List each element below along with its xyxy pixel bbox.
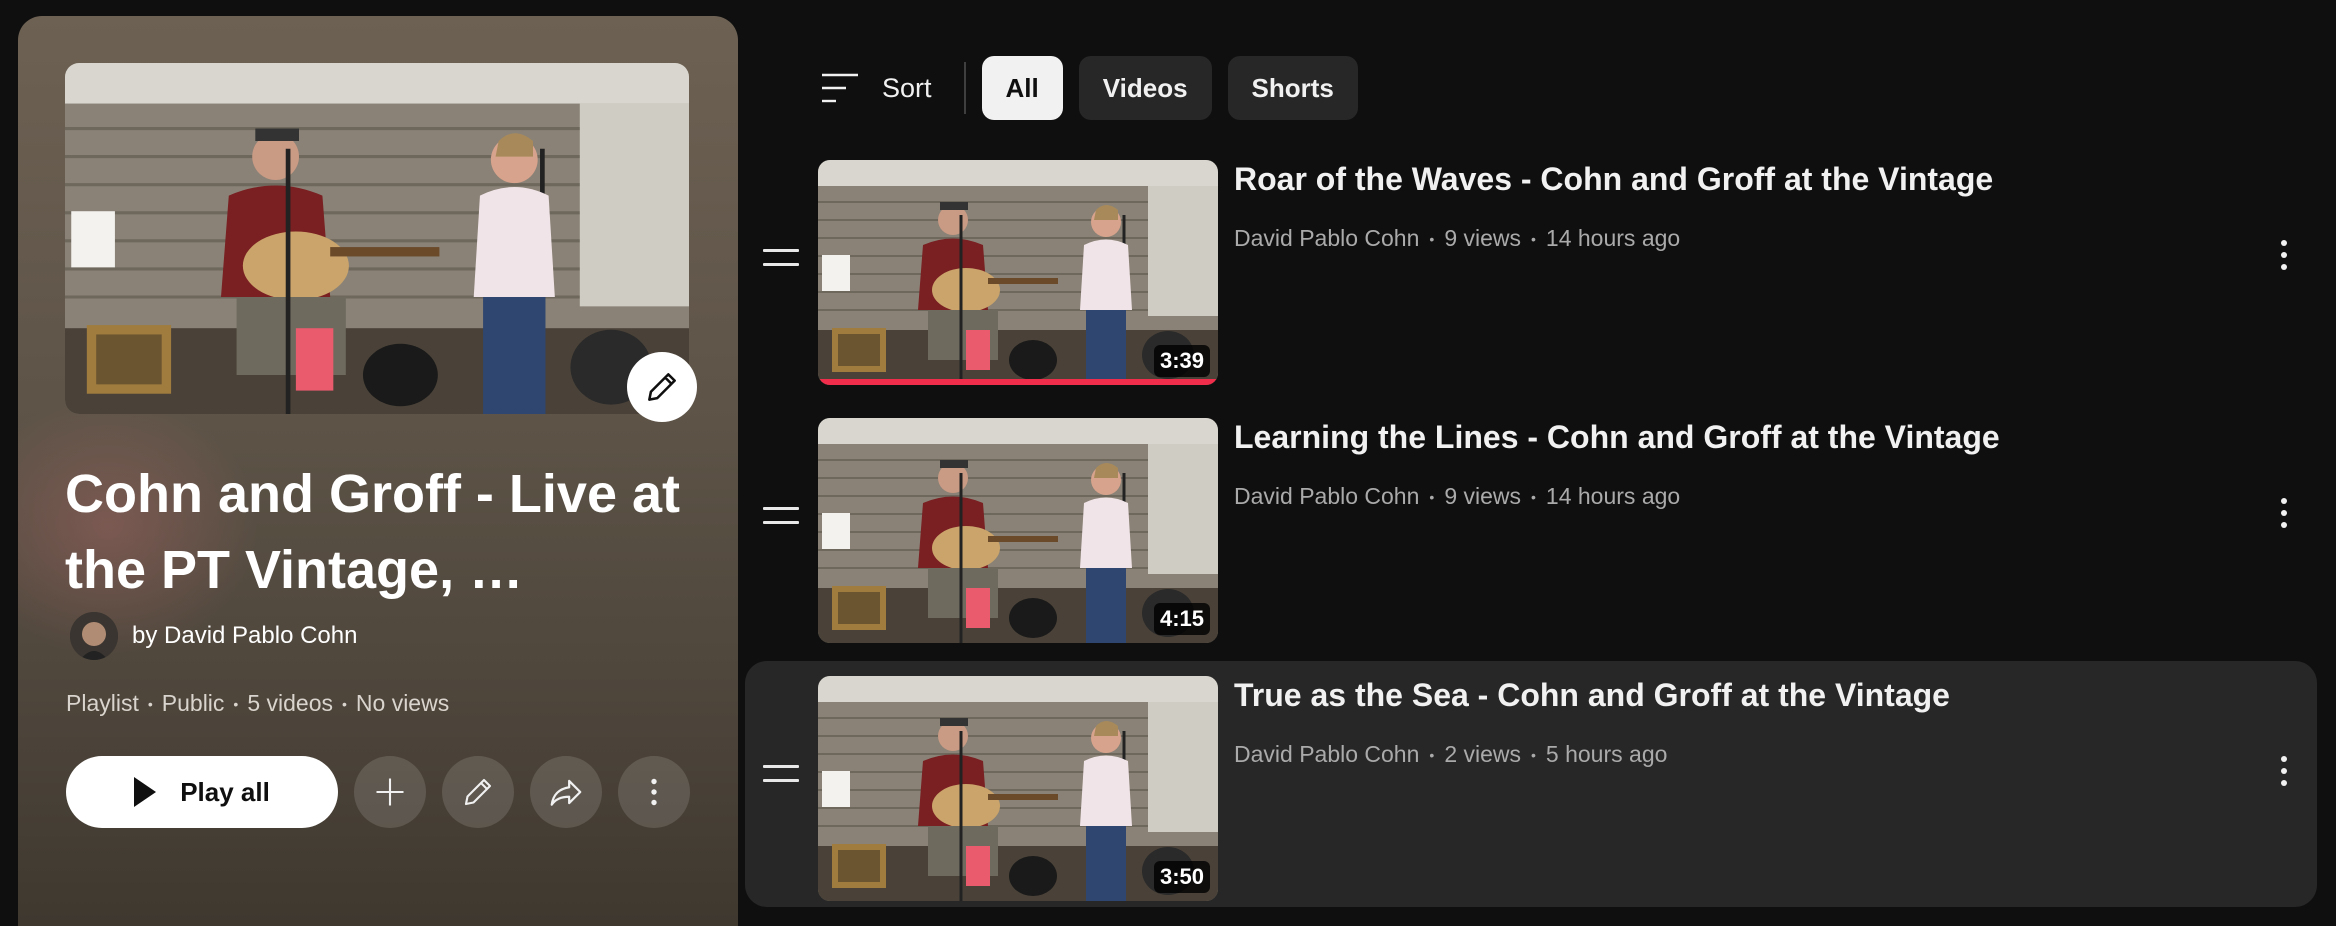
playlist-video-row[interactable]: 3:39 Roar of the Waves - Cohn and Groff … bbox=[745, 145, 2317, 391]
drag-handle-icon[interactable] bbox=[763, 507, 799, 535]
video-thumbnail[interactable]: 3:39 bbox=[818, 160, 1218, 385]
channel-name[interactable]: David Pablo Cohn bbox=[1234, 225, 1419, 252]
play-all-button[interactable]: Play all bbox=[66, 756, 338, 828]
upload-age: 14 hours ago bbox=[1545, 483, 1681, 509]
more-vert-icon[interactable] bbox=[2279, 498, 2289, 534]
separator-dot: • bbox=[1429, 230, 1435, 247]
sort-icon bbox=[822, 73, 858, 103]
view-count: 9 views bbox=[1444, 225, 1522, 251]
separator-dot: • bbox=[1531, 746, 1536, 763]
separator-dot: • bbox=[342, 695, 347, 712]
pencil-icon bbox=[464, 778, 492, 806]
video-title[interactable]: Learning the Lines - Cohn and Groff at t… bbox=[1234, 419, 2000, 456]
plus-icon bbox=[376, 778, 404, 806]
video-thumbnail[interactable]: 4:15 bbox=[818, 418, 1218, 643]
playlist-owner[interactable]: by David Pablo Cohn bbox=[70, 610, 357, 662]
chip-shorts[interactable]: Shorts bbox=[1227, 56, 1358, 120]
playlist-video-row[interactable]: 4:15 Learning the Lines - Cohn and Groff… bbox=[745, 403, 2317, 649]
video-title[interactable]: Roar of the Waves - Cohn and Groff at th… bbox=[1234, 161, 1993, 198]
channel-name[interactable]: David Pablo Cohn bbox=[1234, 741, 1419, 768]
more-vert-icon bbox=[651, 778, 657, 806]
filter-bar: Sort All Videos Shorts bbox=[820, 56, 1358, 120]
video-meta: David Pablo Cohn • 9 views • 14 hours ag… bbox=[1234, 483, 1680, 510]
more-actions-button[interactable] bbox=[618, 756, 690, 828]
separator-dot: • bbox=[1429, 488, 1435, 505]
playlist-thumbnail[interactable] bbox=[65, 63, 689, 414]
playlist-header-panel: Cohn and Groff - Live at the PT Vintage,… bbox=[18, 16, 738, 926]
playlist-video-count: 5 videos bbox=[247, 690, 333, 716]
more-vert-icon[interactable] bbox=[2279, 756, 2289, 792]
chip-all[interactable]: All bbox=[981, 56, 1063, 120]
separator-dot: • bbox=[233, 695, 239, 712]
separator-dot: • bbox=[1531, 230, 1536, 247]
video-duration: 3:39 bbox=[1153, 345, 1210, 377]
edit-thumbnail-button[interactable] bbox=[627, 352, 697, 422]
playlist-view-count: No views bbox=[355, 690, 450, 716]
sort-button[interactable]: Sort bbox=[820, 71, 932, 105]
share-icon bbox=[550, 779, 582, 806]
playlist-title: Cohn and Groff - Live at the PT Vintage,… bbox=[65, 464, 680, 600]
separator-dot: • bbox=[1429, 746, 1435, 763]
video-duration: 3:50 bbox=[1153, 861, 1210, 893]
separator-dot: • bbox=[147, 695, 153, 712]
video-duration: 4:15 bbox=[1153, 603, 1210, 635]
edit-playlist-button[interactable] bbox=[442, 756, 514, 828]
drag-handle-icon[interactable] bbox=[763, 765, 799, 793]
playlist-visibility[interactable]: Public bbox=[162, 690, 225, 717]
owner-name[interactable]: by David Pablo Cohn bbox=[132, 622, 357, 650]
chip-videos[interactable]: Videos bbox=[1078, 56, 1212, 120]
view-count: 2 views bbox=[1444, 741, 1522, 767]
avatar[interactable] bbox=[70, 612, 118, 660]
view-count: 9 views bbox=[1444, 483, 1522, 509]
playlist-type: Playlist bbox=[66, 690, 139, 716]
play-icon bbox=[134, 777, 157, 807]
upload-age: 5 hours ago bbox=[1545, 741, 1668, 767]
separator-dot: • bbox=[1531, 488, 1536, 505]
video-meta: David Pablo Cohn • 2 views • 5 hours ago bbox=[1234, 741, 1667, 768]
watch-progress-bar bbox=[818, 379, 1218, 385]
video-title[interactable]: True as the Sea - Cohn and Groff at the … bbox=[1234, 677, 1950, 714]
channel-name[interactable]: David Pablo Cohn bbox=[1234, 483, 1419, 510]
video-meta: David Pablo Cohn • 9 views • 14 hours ag… bbox=[1234, 225, 1680, 252]
playlist-actions: Play all bbox=[66, 756, 690, 828]
play-all-label: Play all bbox=[180, 776, 270, 807]
sort-label: Sort bbox=[882, 72, 932, 103]
upload-age: 14 hours ago bbox=[1545, 225, 1681, 251]
playlist-thumbnail-image bbox=[65, 63, 689, 414]
video-thumbnail[interactable]: 3:50 bbox=[818, 676, 1218, 901]
playlist-video-row[interactable]: 3:50 True as the Sea - Cohn and Groff at… bbox=[745, 661, 2317, 907]
more-vert-icon[interactable] bbox=[2279, 240, 2289, 276]
share-button[interactable] bbox=[530, 756, 602, 828]
pencil-icon bbox=[648, 373, 676, 401]
add-to-playlist-button[interactable] bbox=[354, 756, 426, 828]
playlist-meta: Playlist • Public • 5 videos • No views bbox=[66, 690, 449, 717]
divider bbox=[963, 62, 966, 114]
drag-handle-icon[interactable] bbox=[763, 249, 799, 277]
